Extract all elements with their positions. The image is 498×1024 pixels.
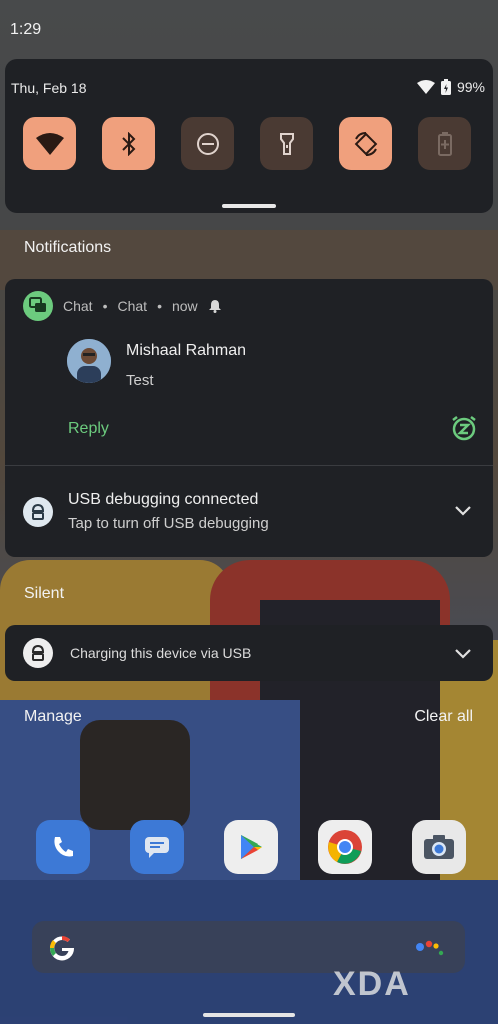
separator-dot: •: [157, 298, 162, 314]
app-dock: [36, 820, 466, 874]
dnd-tile[interactable]: [181, 117, 234, 170]
snooze-icon[interactable]: [451, 415, 477, 441]
alert-bell-icon: [208, 300, 221, 313]
manage-button[interactable]: Manage: [24, 708, 82, 726]
clear-all-button[interactable]: Clear all: [414, 708, 473, 726]
auto-rotate-tile[interactable]: [339, 117, 392, 170]
charging-text: Charging this device via USB: [70, 645, 252, 661]
phone-icon: [54, 837, 73, 857]
avatar: [67, 339, 111, 383]
reply-button[interactable]: Reply: [68, 420, 109, 438]
usb-debugging-subtitle[interactable]: Tap to turn off USB debugging: [68, 515, 269, 532]
bluetooth-tile[interactable]: [102, 117, 155, 170]
separator-dot: •: [102, 298, 108, 314]
status-bar: 1:29: [0, 0, 498, 56]
messages-app[interactable]: [130, 820, 184, 874]
wifi-status-icon: [416, 80, 435, 94]
notifications-header: Notifications: [24, 239, 112, 256]
wifi-icon: [35, 132, 64, 155]
camera-app[interactable]: [412, 820, 466, 874]
chat-app-name: Chat: [63, 298, 93, 314]
chrome-app[interactable]: [318, 820, 372, 874]
qs-drag-handle[interactable]: [222, 204, 276, 208]
do-not-disturb-icon: [196, 132, 219, 155]
battery-status-icon: [440, 79, 451, 95]
chevron-down-icon[interactable]: [454, 648, 472, 660]
flashlight-icon: [279, 132, 294, 155]
android-system-icon: [31, 644, 45, 661]
usb-app-icon: [23, 497, 53, 527]
silent-header: Silent: [24, 585, 65, 602]
battery-saver-tile[interactable]: [418, 117, 471, 170]
chevron-down-icon[interactable]: [454, 505, 472, 517]
chat-channel: Chat: [117, 298, 148, 314]
divider: [5, 465, 493, 466]
qs-date[interactable]: Thu, Feb 18: [11, 80, 87, 96]
google-assistant-icon[interactable]: [414, 935, 444, 961]
messages-icon: [145, 837, 169, 858]
google-g-icon: [49, 936, 75, 961]
qs-status-icons: 99%: [416, 79, 485, 95]
charging-app-icon: [23, 638, 53, 668]
status-time: 1:29: [10, 21, 42, 38]
flashlight-tile[interactable]: [260, 117, 313, 170]
chat-sender: Mishaal Rahman: [126, 342, 247, 359]
bluetooth-icon: [121, 131, 135, 156]
android-system-icon: [31, 503, 45, 520]
battery-saver-icon: [437, 131, 452, 156]
quick-settings-panel: Thu, Feb 18 99%: [5, 59, 493, 213]
battery-percent: 99%: [456, 79, 485, 95]
play-store-app[interactable]: [224, 820, 278, 874]
usb-debugging-title[interactable]: USB debugging connected: [68, 491, 258, 509]
chrome-icon: [328, 830, 362, 864]
chat-notification-header[interactable]: Chat • Chat • now: [23, 291, 222, 321]
silent-notification-card[interactable]: Charging this device via USB: [5, 625, 493, 681]
xda-watermark: XDA: [333, 965, 411, 1003]
wifi-tile[interactable]: [23, 117, 76, 170]
phone-app[interactable]: [36, 820, 90, 874]
camera-icon: [424, 835, 454, 859]
chat-time: now: [171, 298, 198, 314]
chat-icon: [29, 297, 46, 312]
gesture-nav-bar[interactable]: [203, 1013, 295, 1017]
play-store-icon: [241, 835, 262, 859]
notification-card[interactable]: Chat • Chat • now Mishaal Rahman Test Re…: [5, 279, 493, 557]
chat-app-icon: [23, 291, 53, 321]
auto-rotate-icon: [354, 131, 377, 156]
chat-message: Test: [126, 372, 154, 389]
